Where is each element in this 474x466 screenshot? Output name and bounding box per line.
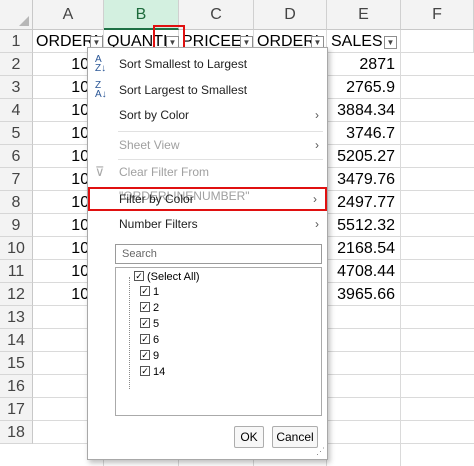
row-header-13[interactable]: 13 xyxy=(0,306,33,329)
row-header-5[interactable]: 5 xyxy=(0,122,33,145)
row-header-3[interactable]: 3 xyxy=(0,76,33,99)
sort-by-color-item[interactable]: Sort by Color › xyxy=(88,103,327,127)
column-header-e[interactable]: E xyxy=(327,0,401,30)
dropdown-arrow-icon: ▼ xyxy=(313,38,322,47)
column-f-cells[interactable] xyxy=(401,53,474,306)
row-header-18[interactable]: 18 xyxy=(0,421,33,444)
row-header-15[interactable]: 15 xyxy=(0,352,33,375)
row-header-7[interactable]: 7 xyxy=(0,168,33,191)
row-header-9[interactable]: 9 xyxy=(0,214,33,237)
row-header-16[interactable]: 16 xyxy=(0,375,33,398)
row-header-2[interactable]: 2 xyxy=(0,53,33,76)
cell-sales[interactable]: 5512.32 xyxy=(327,214,401,237)
cell-sales[interactable]: 3884.34 xyxy=(327,99,401,122)
filter-by-color-item[interactable]: Filter by Color › xyxy=(88,187,327,211)
filter-values-list[interactable]: ✓ (Select All) ✓ 1 ✓ 2 ✓ 5 ✓ 6 ✓ 9 ✓ 14 xyxy=(115,267,322,416)
column-header-a[interactable]: A xyxy=(33,0,104,30)
checkbox-checked-icon: ✓ xyxy=(140,302,150,312)
checkbox-checked-icon: ✓ xyxy=(140,366,150,376)
cell-sales[interactable]: 5205.27 xyxy=(327,145,401,168)
dropdown-arrow-icon: ▼ xyxy=(386,38,395,47)
row-header-4[interactable]: 4 xyxy=(0,99,33,122)
search-input[interactable]: Search xyxy=(115,244,322,264)
row-header-12[interactable]: 12 xyxy=(0,283,33,306)
checkbox-checked-icon: ✓ xyxy=(140,286,150,296)
row-header-6[interactable]: 6 xyxy=(0,145,33,168)
dropdown-arrow-icon: ▼ xyxy=(92,38,101,47)
sort-smallest-to-largest-item[interactable]: A Z↓ Sort Smallest to Largest xyxy=(88,52,327,76)
row-header-10[interactable]: 10 xyxy=(0,237,33,260)
sort-ascending-icon: A Z↓ xyxy=(95,54,107,74)
checkbox-checked-icon: ✓ xyxy=(134,271,144,281)
ok-button[interactable]: OK xyxy=(234,426,264,448)
clear-filter-icon: ⊽ xyxy=(95,164,105,179)
menu-divider xyxy=(118,131,323,132)
row-header-8[interactable]: 8 xyxy=(0,191,33,214)
row-header-14[interactable]: 14 xyxy=(0,329,33,352)
resize-grip-icon[interactable]: ⋰ xyxy=(316,446,325,457)
select-all-corner[interactable] xyxy=(0,0,33,30)
row-header-1[interactable]: 1 xyxy=(0,30,33,53)
sheet-view-item: Sheet View › xyxy=(88,133,327,157)
sort-descending-icon: Z A↓ xyxy=(95,80,107,100)
cell-sales[interactable]: 3479.76 xyxy=(327,168,401,191)
cell-sales[interactable]: 2765.9 xyxy=(327,76,401,99)
column-header-f[interactable]: F xyxy=(401,0,474,30)
chevron-right-icon: › xyxy=(313,192,317,206)
cell-sales[interactable]: 2497.77 xyxy=(327,191,401,214)
cell-sales[interactable]: 2168.54 xyxy=(327,237,401,260)
column-header-d[interactable]: D xyxy=(254,0,327,30)
filter-dropdown-e[interactable]: ▼ xyxy=(384,36,397,49)
chevron-right-icon: › xyxy=(315,108,319,122)
chevron-right-icon: › xyxy=(315,138,319,152)
cancel-button[interactable]: Cancel xyxy=(272,426,318,448)
filter-dropdown-menu: A Z↓ Sort Smallest to Largest Z A↓ Sort La… xyxy=(87,47,328,460)
cell-sales[interactable]: 2871 xyxy=(327,53,401,76)
tree-line xyxy=(129,277,130,389)
cell-sales[interactable]: 3746.7 xyxy=(327,122,401,145)
clear-filter-item: ⊽ Clear Filter From "ORDERLINENUMBER" xyxy=(95,164,250,203)
checkbox-checked-icon: ✓ xyxy=(140,334,150,344)
checkbox-checked-icon: ✓ xyxy=(140,350,150,360)
number-filters-item[interactable]: Number Filters › xyxy=(88,212,327,236)
cell-f1[interactable] xyxy=(401,30,474,53)
cell-sales[interactable]: 4708.44 xyxy=(327,260,401,283)
column-header-c[interactable]: C xyxy=(179,0,254,30)
checkbox-checked-icon: ✓ xyxy=(140,318,150,328)
sort-largest-to-smallest-item[interactable]: Z A↓ Sort Largest to Smallest xyxy=(88,78,327,102)
dropdown-arrow-icon: ▼ xyxy=(242,38,251,47)
chevron-right-icon: › xyxy=(315,217,319,231)
row-header-11[interactable]: 11 xyxy=(0,260,33,283)
row-header-17[interactable]: 17 xyxy=(0,398,33,421)
cell-sales[interactable]: 3965.66 xyxy=(327,283,401,306)
